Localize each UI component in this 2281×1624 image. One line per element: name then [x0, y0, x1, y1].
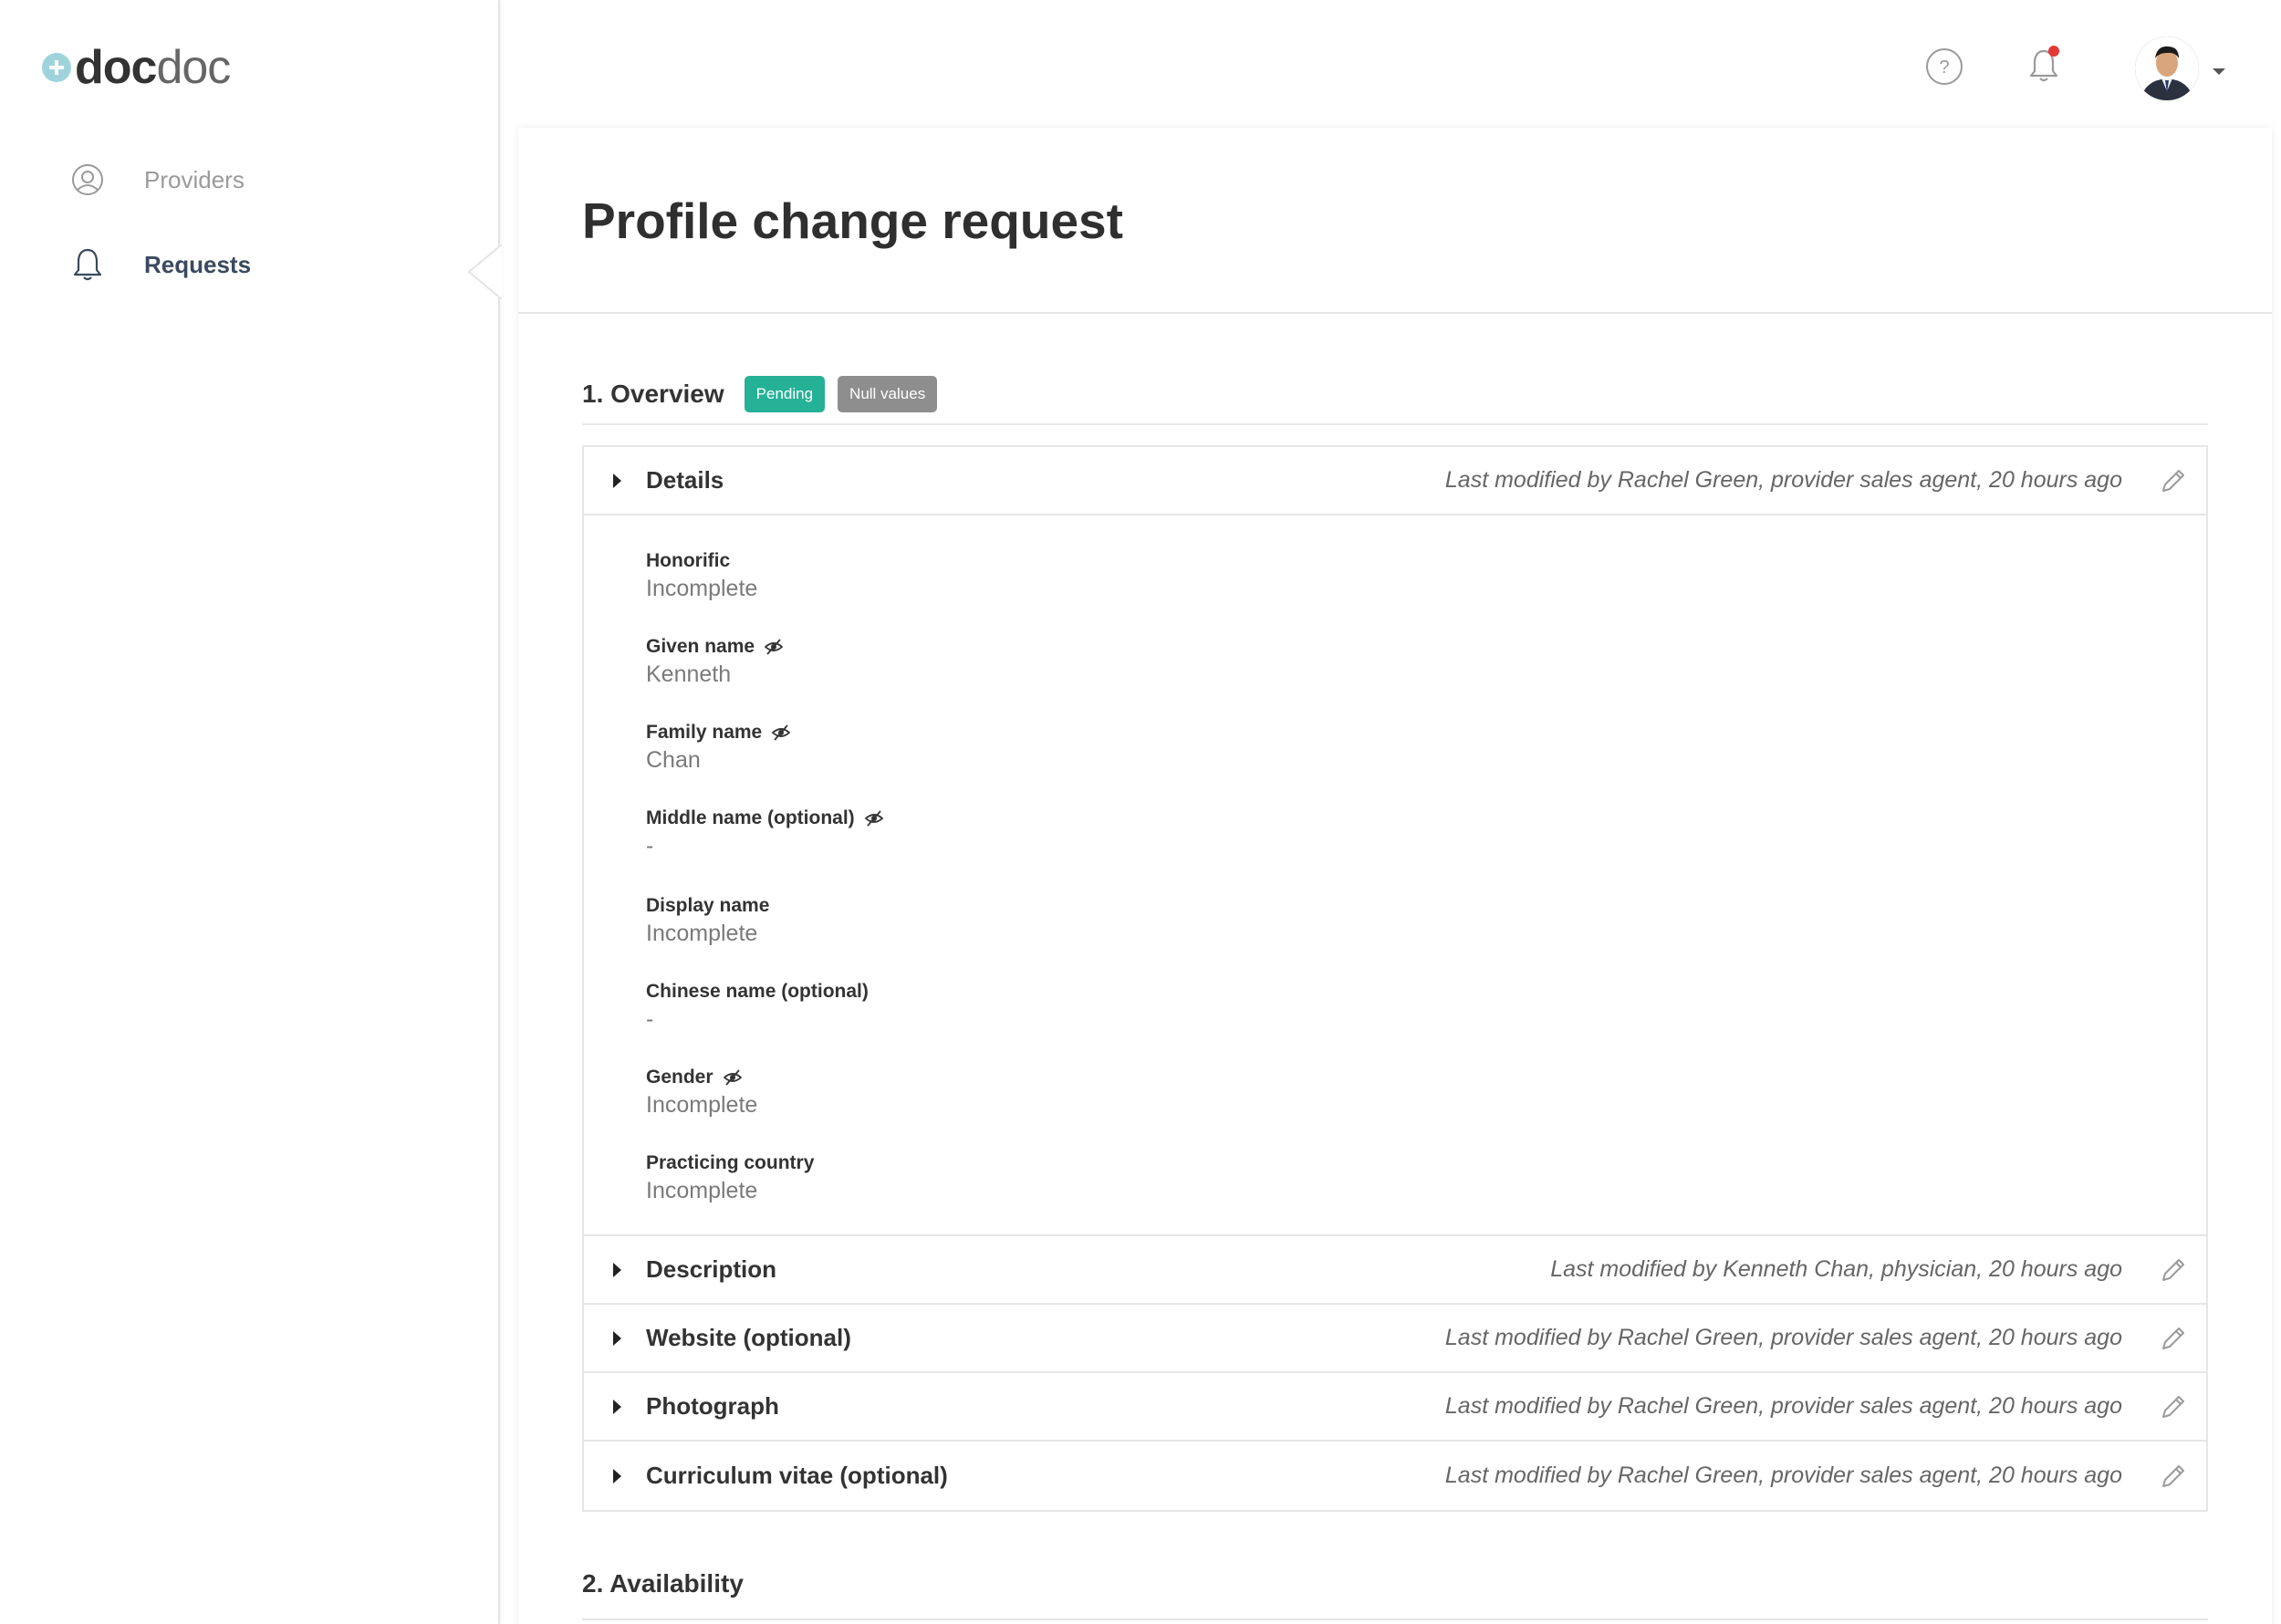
row-title: Photograph — [646, 1392, 779, 1420]
field-value: Kenneth — [646, 661, 732, 687]
main-card: Profile change request 1. Overview Pendi… — [518, 128, 2272, 1624]
field-middle-name: Middle name (optional) - — [646, 807, 884, 859]
logo-text-bold: doc — [75, 41, 157, 94]
row-meta: Last modified by Rachel Green, provider … — [1444, 1325, 2122, 1350]
caret-right-icon[interactable] — [613, 1468, 621, 1483]
field-family-name: Family name Chan — [646, 722, 791, 774]
field-given-name: Given name Kenneth — [646, 636, 784, 688]
field-honorific: Honorific Incomplete — [646, 550, 757, 602]
status-badge-pending: Pending — [744, 376, 826, 412]
overview-section-header: 1. Overview Pending Null values — [582, 376, 938, 412]
eye-off-icon — [723, 1069, 742, 1086]
field-value: - — [646, 833, 654, 859]
svg-text:?: ? — [1939, 57, 1949, 78]
active-indicator-arrow — [467, 245, 502, 299]
details-row[interactable]: Details Last modified by Rachel Green, p… — [584, 447, 2206, 515]
field-label: Middle name (optional) — [646, 807, 855, 828]
overview-panel: Details Last modified by Rachel Green, p… — [582, 445, 2208, 1512]
field-value: Incomplete — [646, 921, 758, 946]
row-meta: Last modified by Kenneth Chan, physician… — [1550, 1256, 2122, 1282]
eye-off-icon — [764, 639, 784, 655]
row-meta: Last modified by Rachel Green, provider … — [1444, 1393, 2122, 1419]
sidebar-item-requests[interactable]: Requests — [69, 242, 251, 287]
sidebar-item-label: Requests — [144, 250, 252, 278]
row-title: Details — [646, 466, 724, 494]
page-title: Profile change request — [582, 193, 1123, 249]
notification-dot — [2048, 46, 2059, 57]
caret-right-icon[interactable] — [613, 1330, 621, 1346]
chevron-down-icon[interactable] — [2210, 66, 2228, 77]
row-title: Description — [646, 1255, 777, 1283]
availability-section-header: 2. Availability — [582, 1569, 744, 1598]
section-title: 2. Availability — [582, 1569, 744, 1598]
eye-off-icon — [771, 724, 791, 741]
eye-off-icon — [864, 810, 884, 827]
avatar[interactable] — [2135, 36, 2199, 100]
section-title: 1. Overview — [582, 380, 724, 408]
photograph-row[interactable]: Photograph Last modified by Rachel Green… — [584, 1373, 2206, 1442]
pencil-icon[interactable] — [2159, 1392, 2188, 1421]
field-label: Gender — [646, 1067, 713, 1088]
divider — [582, 423, 2208, 425]
row-title: Website (optional) — [646, 1324, 851, 1351]
field-value: - — [646, 1006, 654, 1032]
divider — [582, 1619, 2208, 1620]
field-label: Family name — [646, 722, 763, 743]
row-meta: Last modified by Rachel Green, provider … — [1444, 1463, 2122, 1488]
curriculum-vitae-row[interactable]: Curriculum vitae (optional) Last modifie… — [584, 1442, 2206, 1510]
logo-text-light: doc — [156, 41, 231, 94]
description-row[interactable]: Description Last modified by Kenneth Cha… — [584, 1236, 2206, 1305]
help-icon[interactable]: ? — [1925, 47, 1963, 86]
details-body: Honorific Incomplete Given name Kenneth … — [584, 515, 2206, 1236]
pencil-icon[interactable] — [2159, 466, 2188, 495]
website-row[interactable]: Website (optional) Last modified by Rach… — [584, 1305, 2206, 1373]
field-practicing-country: Practicing country Incomplete — [646, 1152, 814, 1204]
field-value: Incomplete — [646, 576, 758, 601]
row-title: Curriculum vitae (optional) — [646, 1462, 948, 1489]
user-circle-icon — [69, 161, 106, 198]
caret-right-icon[interactable] — [613, 1262, 621, 1277]
field-value: Incomplete — [646, 1178, 758, 1203]
field-label: Display name — [646, 895, 770, 916]
field-label: Chinese name (optional) — [646, 981, 869, 1002]
sidebar-item-label: Providers — [144, 165, 245, 193]
field-label: Given name — [646, 636, 755, 657]
pencil-icon[interactable] — [2159, 1462, 2188, 1491]
pencil-icon[interactable] — [2159, 1255, 2188, 1285]
pencil-icon[interactable] — [2159, 1324, 2188, 1353]
divider — [518, 312, 2272, 314]
status-badge-null-values: Null values — [838, 376, 938, 412]
field-label: Honorific — [646, 550, 731, 571]
docdoc-logo[interactable]: docdoc — [42, 40, 231, 95]
field-gender: Gender Incomplete — [646, 1067, 757, 1119]
bell-icon — [69, 246, 106, 283]
logo-plus-icon — [42, 53, 71, 82]
row-meta: Last modified by Rachel Green, provider … — [1444, 467, 2122, 493]
field-value: Incomplete — [646, 1092, 758, 1118]
field-display-name: Display name Incomplete — [646, 895, 769, 947]
field-chinese-name: Chinese name (optional) - — [646, 981, 869, 1033]
sidebar-item-providers[interactable]: Providers — [69, 157, 245, 203]
caret-right-icon[interactable] — [613, 473, 621, 488]
field-label: Practicing country — [646, 1152, 815, 1173]
sidebar: docdoc Providers Requests — [0, 0, 502, 1624]
caret-right-icon[interactable] — [613, 1399, 621, 1414]
field-value: Chan — [646, 747, 701, 773]
notifications-bell-icon[interactable] — [2026, 44, 2064, 89]
